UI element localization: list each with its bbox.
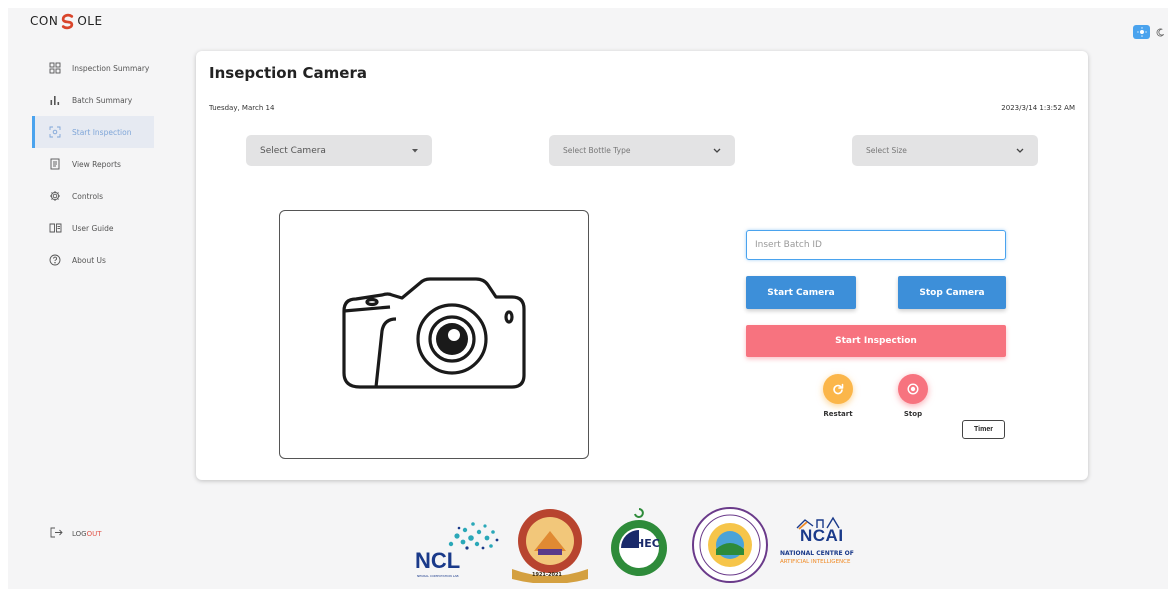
hec-wordmark: HEC xyxy=(635,537,660,550)
sidebar-item-inspection-summary[interactable]: Inspection Summary xyxy=(32,52,154,84)
help-icon xyxy=(48,253,62,267)
logout-button[interactable]: LOGOUT xyxy=(50,527,102,540)
restart-label: Restart xyxy=(823,410,853,418)
logout-label-accent: OUT xyxy=(86,529,102,538)
size-select[interactable]: Select Size xyxy=(852,135,1038,166)
sidebar-item-start-inspection[interactable]: Start Inspection xyxy=(32,116,154,148)
bottle-select-label: Select Bottle Type xyxy=(563,146,631,155)
bar-chart-icon xyxy=(48,93,62,107)
start-inspection-button[interactable]: Start Inspection xyxy=(746,325,1006,357)
ned-university-seal: 1921-2021 xyxy=(508,507,592,584)
ncl-wordmark: NCL xyxy=(415,548,461,573)
ncai-logo: NCAI NATIONAL CENTRE OF ARTIFICIAL INTEL… xyxy=(780,516,880,576)
ncai-line2: ARTIFICIAL INTELLIGENCE xyxy=(780,559,851,565)
moon-icon[interactable] xyxy=(1154,25,1166,39)
sidebar-item-label: Inspection Summary xyxy=(72,63,150,73)
brand-prefix: CON xyxy=(30,14,59,28)
ned-year-label: 1921-2021 xyxy=(532,572,562,578)
sun-icon[interactable] xyxy=(1133,25,1150,39)
stop-label: Stop xyxy=(903,410,923,418)
sidebar-item-label: About Us xyxy=(72,255,106,265)
brand-swirl-icon xyxy=(62,13,74,29)
ncai-line1: NATIONAL CENTRE OF xyxy=(780,550,854,557)
partner-logos: NCL NEURAL COMPUTATION LAB 1921-2021 HEC… xyxy=(410,500,880,585)
scan-icon xyxy=(48,125,62,139)
restart-icon xyxy=(833,383,844,395)
ncl-subtitle: NEURAL COMPUTATION LAB xyxy=(417,574,459,578)
hec-logo: HEC xyxy=(605,506,673,578)
book-icon xyxy=(48,221,62,235)
size-select-label: Select Size xyxy=(866,146,907,155)
report-icon xyxy=(48,157,62,171)
brand-logo: CON OLE xyxy=(30,11,103,31)
inspection-card: Insepction Camera Tuesday, March 14 2023… xyxy=(196,51,1088,480)
sidebar-item-label: Start Inspection xyxy=(72,127,132,137)
chevron-down-icon xyxy=(713,148,721,153)
caret-down-icon xyxy=(412,148,418,152)
page-title: Insepction Camera xyxy=(209,64,367,82)
timer-button[interactable]: Timer xyxy=(962,420,1005,439)
batch-id-input[interactable] xyxy=(746,230,1006,260)
current-date: Tuesday, March 14 xyxy=(209,104,275,112)
sidebar-item-batch-summary[interactable]: Batch Summary xyxy=(32,84,154,116)
theme-toggle[interactable] xyxy=(1133,25,1166,39)
restart-button[interactable] xyxy=(823,374,853,404)
stop-camera-button[interactable]: Stop Camera xyxy=(898,276,1006,309)
camera-select-label: Select Camera xyxy=(260,145,326,156)
app-root: CON OLE Inspection Summary Batch Summary xyxy=(0,0,1174,589)
brand-suffix: OLE xyxy=(77,14,103,28)
sidebar-item-about-us[interactable]: About Us xyxy=(32,244,154,276)
stop-button[interactable] xyxy=(898,374,928,404)
camera-preview xyxy=(279,210,589,459)
sidebar-item-label: View Reports xyxy=(72,159,121,169)
current-datetime: 2023/3/14 1:3:52 AM xyxy=(1001,104,1075,112)
gear-icon xyxy=(48,189,62,203)
sidebar-item-label: User Guide xyxy=(72,223,114,233)
university-seal-emblem xyxy=(692,507,768,583)
bottle-type-select[interactable]: Select Bottle Type xyxy=(549,135,735,166)
grid-icon xyxy=(48,61,62,75)
ncl-logo: NCL NEURAL COMPUTATION LAB xyxy=(415,518,507,578)
sidebar-item-label: Batch Summary xyxy=(72,95,133,105)
start-camera-button[interactable]: Start Camera xyxy=(746,276,856,309)
sidebar-nav: Inspection Summary Batch Summary Start I… xyxy=(32,52,154,276)
camera-icon xyxy=(342,277,526,389)
university-seal xyxy=(690,505,770,585)
logout-icon xyxy=(50,527,63,540)
ncai-wordmark: NCAI xyxy=(800,526,844,545)
chevron-down-icon xyxy=(1016,148,1024,153)
sidebar-item-user-guide[interactable]: User Guide xyxy=(32,212,154,244)
sidebar-item-controls[interactable]: Controls xyxy=(32,180,154,212)
camera-select[interactable]: Select Camera xyxy=(246,135,432,166)
sidebar-item-label: Controls xyxy=(72,191,104,201)
stop-circle-icon xyxy=(907,383,919,395)
sidebar-item-view-reports[interactable]: View Reports xyxy=(32,148,154,180)
logout-label: LOG xyxy=(72,529,87,538)
